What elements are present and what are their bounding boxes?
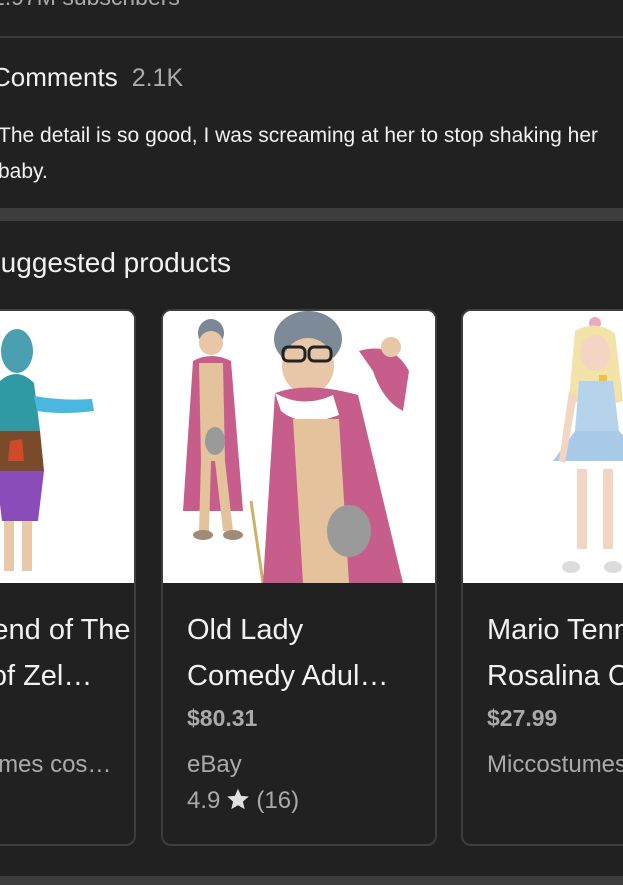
product-card[interactable]: Old Lady Comedy Adul… $80.31 eBay 4.9 (16… bbox=[161, 309, 437, 846]
rating-value: 4.9 bbox=[187, 787, 221, 814]
section-separator bbox=[0, 208, 623, 221]
review-count: (16) bbox=[256, 787, 300, 814]
comments-header[interactable]: Comments 2.1K bbox=[0, 62, 183, 93]
costume-product-image bbox=[0, 311, 134, 583]
product-rating: 4.9 (16) bbox=[187, 787, 299, 818]
product-title: Mario Tennis Rosalina Costume bbox=[487, 607, 623, 699]
product-title-line: Old Lady bbox=[187, 614, 304, 646]
product-title-line: The Legend of The bbox=[0, 614, 131, 646]
top-comment-line: The detail is so good, I was screaming a… bbox=[0, 124, 598, 147]
product-price: $80.31 bbox=[187, 705, 258, 731]
section-title: Suggested products bbox=[0, 247, 232, 278]
star-icon bbox=[226, 787, 250, 818]
divider bbox=[0, 36, 623, 38]
top-comment-line: baby. bbox=[0, 160, 48, 183]
comments-label: Comments bbox=[0, 62, 118, 92]
product-title: The Legend of The Legend of Zel… bbox=[0, 607, 131, 699]
product-seller: Halloweenmes cos… bbox=[0, 751, 112, 778]
subscriber-count: 2.97M subscribers bbox=[0, 0, 180, 11]
section-separator bbox=[0, 876, 623, 885]
product-title-line: Legend of Zel… bbox=[0, 660, 93, 692]
product-title-line: Mario Tennis bbox=[487, 614, 623, 646]
product-card[interactable]: Mario Tennis Rosalina Costume $27.99 Mic… bbox=[461, 309, 623, 846]
product-card[interactable]: The Legend of The Legend of Zel… Hallowe… bbox=[0, 309, 136, 846]
product-seller: eBay bbox=[187, 751, 242, 778]
page: 2.97M subscribers Comments 2.1K The detai… bbox=[0, 0, 623, 885]
costume-product-image bbox=[463, 311, 623, 583]
costume-product-image bbox=[163, 311, 435, 583]
product-title-line: Comedy Adul… bbox=[187, 660, 389, 692]
product-seller: Miccostumes bbox=[487, 751, 623, 778]
top-comment[interactable]: The detail is so good, I was screaming a… bbox=[0, 118, 623, 190]
product-title-line: Rosalina Costume bbox=[487, 660, 623, 692]
product-title: Old Lady Comedy Adul… bbox=[187, 607, 389, 699]
product-price: $27.99 bbox=[487, 705, 558, 731]
comments-count: 2.1K bbox=[131, 64, 184, 92]
